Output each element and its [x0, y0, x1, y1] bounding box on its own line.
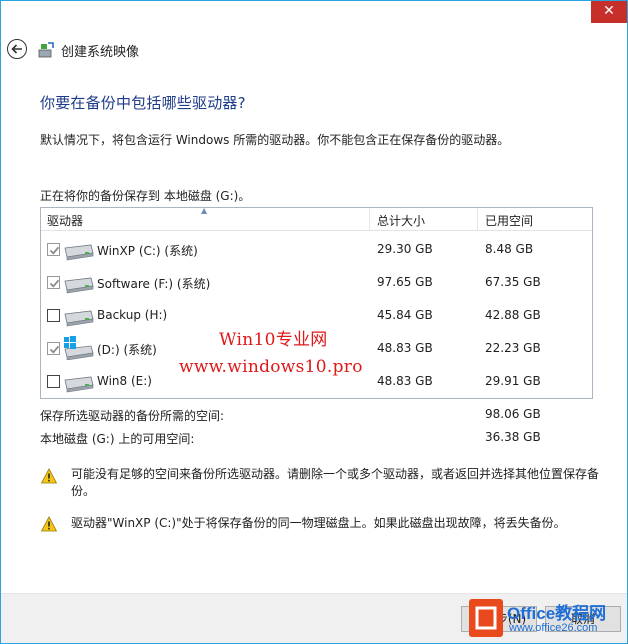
office-logo-icon	[469, 599, 503, 637]
available-space-value: 36.38 GB	[485, 430, 541, 444]
available-space-label: 本地磁盘 (G:) 上的可用空间:	[40, 432, 195, 446]
backup-app-icon	[38, 42, 54, 58]
drive-used-space: 42.88 GB	[485, 308, 541, 322]
dialog-window: ✕ 创建系统映像 你要在备份中包括哪些驱动器? 默认情况下，将包含运行 Wind…	[0, 0, 628, 644]
drive-checkbox[interactable]	[47, 375, 60, 388]
hard-drive-icon	[64, 277, 94, 294]
warning-icon	[41, 516, 57, 532]
drive-total-size: 48.83 GB	[377, 341, 433, 355]
drive-name: Win8 (E:)	[97, 374, 152, 388]
windows-drive-icon	[64, 336, 94, 360]
drive-total-size: 29.30 GB	[377, 242, 433, 256]
table-row[interactable]: Software (F:) (系统) 97.65 GB 67.35 GB	[41, 266, 592, 299]
watermark-url: www.windows10.pro	[179, 357, 363, 377]
drive-used-space: 67.35 GB	[485, 275, 541, 289]
office-watermark-text: Office教程网	[507, 604, 607, 623]
hard-drive-icon	[64, 376, 94, 393]
column-header-used-space[interactable]: 已用空间	[485, 212, 533, 229]
saving-destination-text: 正在将你的备份保存到 本地磁盘 (G:)。	[40, 189, 251, 203]
warning-text: 驱动器"WinXP (C:)"处于将保存备份的同一物理磁盘上。如果此磁盘出现故障…	[71, 516, 566, 530]
drive-total-size: 48.83 GB	[377, 374, 433, 388]
close-button[interactable]: ✕	[591, 1, 627, 23]
drive-name: Software (F:) (系统)	[97, 277, 211, 291]
drive-checkbox[interactable]	[47, 342, 60, 355]
hard-drive-icon	[64, 310, 94, 327]
drive-used-space: 22.23 GB	[485, 341, 541, 355]
drive-name: Backup (H:)	[97, 308, 168, 322]
required-space-label: 保存所选驱动器的备份所需的空间:	[40, 409, 225, 423]
drive-name: (D:) (系统)	[97, 343, 157, 357]
warning-text: 可能没有足够的空间来备份所选驱动器。请删除一个或多个驱动器，或者返回并选择其他位…	[71, 467, 600, 498]
title-bar: ✕	[1, 1, 627, 31]
hard-drive-icon	[64, 244, 94, 261]
drive-total-size: 45.84 GB	[377, 308, 433, 322]
required-space-value: 98.06 GB	[485, 407, 541, 421]
watermark-text: Win10专业网	[219, 330, 328, 350]
check-icon	[49, 345, 60, 354]
office-watermark-logo: Office教程网 www.office26.com	[469, 597, 621, 641]
column-header-drive[interactable]: 驱动器	[47, 212, 83, 229]
drive-checkbox[interactable]	[47, 309, 60, 322]
column-divider[interactable]	[369, 208, 370, 231]
drive-checkbox[interactable]	[47, 276, 60, 289]
nav-bar: 创建系统映像	[1, 35, 627, 65]
description-text: 默认情况下，将包含运行 Windows 所需的驱动器。你不能包含正在保存备份的驱…	[40, 133, 510, 147]
check-icon	[49, 246, 60, 255]
column-divider[interactable]	[477, 208, 478, 231]
drive-name: WinXP (C:) (系统)	[97, 244, 198, 258]
warning-icon	[41, 468, 57, 484]
drive-used-space: 29.91 GB	[485, 374, 541, 388]
column-header-total-size[interactable]: 总计大小	[377, 212, 425, 229]
back-button[interactable]	[7, 39, 27, 59]
close-icon: ✕	[603, 3, 615, 19]
table-row[interactable]: WinXP (C:) (系统) 29.30 GB 8.48 GB	[41, 233, 592, 266]
window-title: 创建系统映像	[61, 45, 140, 60]
table-header: 驱动器 ▲ 总计大小 已用空间	[41, 206, 592, 231]
back-arrow-icon	[11, 44, 22, 54]
check-icon	[49, 279, 60, 288]
drive-used-space: 8.48 GB	[485, 242, 534, 256]
drive-checkbox[interactable]	[47, 243, 60, 256]
sort-ascending-icon: ▲	[201, 206, 208, 215]
drive-total-size: 97.65 GB	[377, 275, 433, 289]
page-title: 你要在备份中包括哪些驱动器?	[40, 94, 246, 112]
office-watermark-url: www.office26.com	[509, 622, 598, 634]
